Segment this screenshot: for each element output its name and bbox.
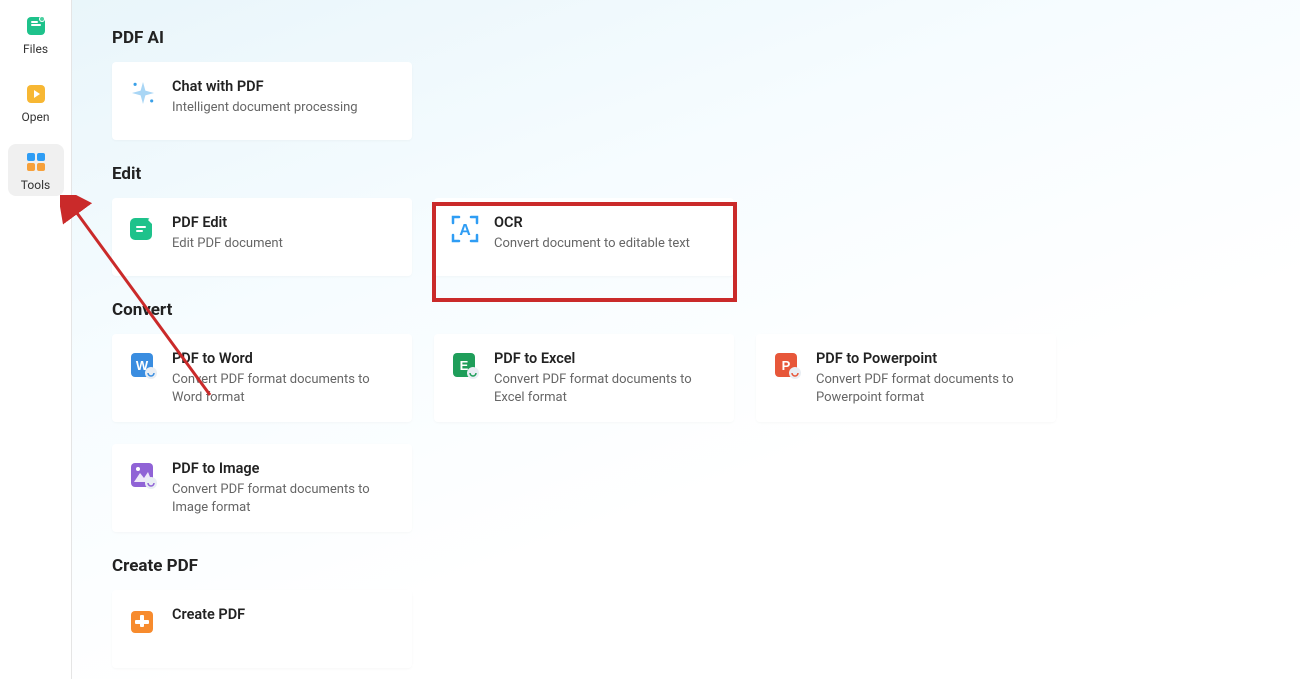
card-title: PDF to Image <box>172 460 396 477</box>
ocr-icon: A <box>450 214 480 244</box>
card-title: PDF to Powerpoint <box>816 350 1040 367</box>
sidebar: Files Open Tools <box>0 0 72 679</box>
card-text: PDF Edit Edit PDF document <box>172 214 283 253</box>
sparkle-icon <box>128 78 158 108</box>
svg-text:P: P <box>782 358 791 373</box>
card-title: PDF to Excel <box>494 350 718 367</box>
card-text: PDF to Word Convert PDF format documents… <box>172 350 396 406</box>
section-title-create: Create PDF <box>112 556 1260 576</box>
pdf-edit-card[interactable]: PDF Edit Edit PDF document <box>112 198 412 276</box>
create-pdf-icon <box>128 606 158 636</box>
card-desc: Convert document to editable text <box>494 235 690 253</box>
sidebar-item-open[interactable]: Open <box>8 76 64 128</box>
convert-row: W PDF to Word Convert PDF format documen… <box>112 334 1260 532</box>
ocr-card[interactable]: A OCR Convert document to editable text <box>434 198 734 276</box>
pdf-edit-icon <box>128 214 158 244</box>
card-text: OCR Convert document to editable text <box>494 214 690 253</box>
card-text: PDF to Powerpoint Convert PDF format doc… <box>816 350 1040 406</box>
pdf-to-image-card[interactable]: PDF to Image Convert PDF format document… <box>112 444 412 532</box>
section-title-edit: Edit <box>112 164 1260 184</box>
card-title: PDF to Word <box>172 350 396 367</box>
edit-row: PDF Edit Edit PDF document A OCR Convert… <box>112 198 1260 276</box>
card-text: PDF to Excel Convert PDF format document… <box>494 350 718 406</box>
sidebar-item-label: Open <box>22 110 50 124</box>
main-content: PDF AI Chat with PDF Intelligent documen… <box>72 0 1300 679</box>
sidebar-item-tools[interactable]: Tools <box>8 144 64 196</box>
pdf-ai-row: Chat with PDF Intelligent document proce… <box>112 62 1260 140</box>
card-title: Chat with PDF <box>172 78 358 95</box>
card-text: Chat with PDF Intelligent document proce… <box>172 78 358 117</box>
card-text: Create PDF <box>172 606 245 623</box>
card-title: Create PDF <box>172 606 245 623</box>
sidebar-item-label: Files <box>23 42 48 56</box>
card-title: PDF Edit <box>172 214 283 231</box>
sidebar-item-files[interactable]: Files <box>8 8 64 60</box>
card-desc: Convert PDF format documents to Powerpoi… <box>816 371 1040 406</box>
word-icon: W <box>128 350 158 380</box>
pdf-to-word-card[interactable]: W PDF to Word Convert PDF format documen… <box>112 334 412 422</box>
card-desc: Convert PDF format documents to Image fo… <box>172 481 396 516</box>
card-desc: Convert PDF format documents to Excel fo… <box>494 371 718 406</box>
card-desc: Convert PDF format documents to Word for… <box>172 371 396 406</box>
card-desc: Intelligent document processing <box>172 99 358 117</box>
powerpoint-icon: P <box>772 350 802 380</box>
create-row: Create PDF <box>112 590 1260 668</box>
pdf-to-powerpoint-card[interactable]: P PDF to Powerpoint Convert PDF format d… <box>756 334 1056 422</box>
pdf-to-excel-card[interactable]: E PDF to Excel Convert PDF format docume… <box>434 334 734 422</box>
tools-icon <box>24 150 48 174</box>
svg-text:E: E <box>460 358 469 373</box>
section-title-convert: Convert <box>112 300 1260 320</box>
files-icon <box>24 14 48 38</box>
excel-icon: E <box>450 350 480 380</box>
svg-text:A: A <box>459 222 471 239</box>
sidebar-item-label: Tools <box>21 178 50 192</box>
card-text: PDF to Image Convert PDF format document… <box>172 460 396 516</box>
create-pdf-card[interactable]: Create PDF <box>112 590 412 668</box>
chat-with-pdf-card[interactable]: Chat with PDF Intelligent document proce… <box>112 62 412 140</box>
image-icon <box>128 460 158 490</box>
section-title-pdf-ai: PDF AI <box>112 28 1260 48</box>
card-title: OCR <box>494 214 690 231</box>
card-desc: Edit PDF document <box>172 235 283 253</box>
open-icon <box>24 82 48 106</box>
